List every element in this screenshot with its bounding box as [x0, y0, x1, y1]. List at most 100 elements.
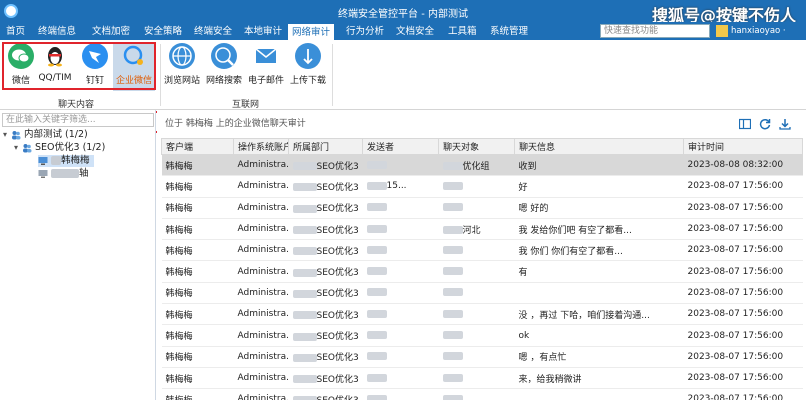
table-row[interactable]: 韩梅梅 Administra... SEO优化3 嗯 ，有点忙 2023-08-07 1… [161, 346, 803, 368]
cell-text: 收到 [518, 161, 537, 172]
redacted-blur [366, 224, 387, 233]
cell-text: Administra... [237, 245, 289, 256]
table-cell-target: 河北 [438, 218, 515, 241]
cell-text: 韩梅梅 [165, 353, 193, 364]
table-cell-target [438, 282, 515, 305]
table-cell-target [438, 197, 515, 219]
table-header-row: 客户端 操作系统账户 所属部门 发送者 聊天对象 聊天信息 审计时间 [161, 138, 803, 155]
tab-behavior-analysis[interactable]: 行为分析 [342, 24, 388, 40]
table-cell-dept: SEO优化3 [288, 260, 363, 283]
table-cell-dept: SEO优化3 [288, 303, 363, 326]
table-row[interactable]: 韩梅梅 Administra... SEO优化3 嗯 好的 2023-08-07 17:… [161, 197, 803, 219]
table-cell-os: Administra... [233, 282, 289, 305]
table-row[interactable]: 韩梅梅 Administra... SEO优化3 我 你们 你们有空了都看... 202… [161, 239, 803, 262]
table-cell-time: 2023-08-07 17:56:00 [683, 239, 803, 262]
table-cell-msg: 收到 [514, 154, 684, 177]
tree-root-label: 内部测试 (1/2) [24, 129, 88, 140]
table-cell-sender: 15... [362, 175, 439, 198]
column-header[interactable]: 聊天信息 [514, 138, 684, 155]
column-header[interactable]: 审计时间 [683, 138, 803, 155]
function-search-input[interactable]: 快速查找功能 [600, 24, 710, 38]
tree-root[interactable]: ▾ 内部测试 (1/2) [3, 129, 88, 141]
table-cell-client: 韩梅梅 [161, 303, 234, 326]
table-row[interactable]: 韩梅梅 Administra... SEO优化3 来，给我稍微讲 2023-08-07 … [161, 367, 803, 390]
table-cell-target [438, 303, 515, 326]
group-users-icon [12, 130, 21, 139]
refresh-icon[interactable] [759, 118, 771, 130]
browse-website-button[interactable]: 浏览网站 [162, 43, 202, 91]
tree-filter-input[interactable]: 在此输入关键字筛选... [2, 113, 154, 127]
cell-text: Administra... [237, 394, 289, 400]
table-cell-time: 2023-08-08 08:32:00 [683, 154, 803, 177]
tab-terminal-security[interactable]: 终端安全 [190, 24, 236, 40]
table-cell-sender [362, 367, 439, 390]
collapse-icon[interactable]: ▾ [14, 142, 22, 154]
table-row[interactable]: 韩梅梅 Administra... SEO优化3 ok 2023-08-07 17:56… [161, 324, 803, 347]
table-cell-client: 韩梅梅 [161, 175, 234, 198]
table-cell-time: 2023-08-07 17:56:00 [683, 282, 803, 305]
cell-text: 2023-08-07 17:56:00 [687, 287, 784, 298]
table-cell-client: 韩梅梅 [161, 324, 234, 347]
column-header[interactable]: 聊天对象 [438, 138, 515, 155]
tab-network-audit[interactable]: 网络审计 [288, 24, 335, 40]
redacted-blur [292, 375, 317, 384]
tab-local-audit[interactable]: 本地审计 [240, 24, 286, 40]
table-row[interactable]: 韩梅梅 Administra... SEO优化3 15... 好 2023-08-07 1… [161, 175, 803, 198]
cloud-transfer-icon [295, 43, 321, 69]
table-cell-dept: SEO优化3 [288, 239, 363, 262]
cell-text: 河北 [462, 225, 481, 236]
redacted-blur [292, 268, 317, 277]
tree-child2-label: 轴 [79, 168, 89, 179]
cell-text: 韩梅梅 [165, 246, 193, 257]
title-bar: 终端安全管控平台 - 内部测试 搜狐号@按键不伤人 [0, 0, 806, 25]
table-cell-dept: SEO优化3 [288, 282, 363, 305]
table-cell-client: 韩梅梅 [161, 388, 234, 400]
table-row[interactable]: 韩梅梅 Administra... SEO优化3 河北 我 发给你们吧 有空了都看...… [161, 218, 803, 241]
layout-icon[interactable] [738, 118, 752, 130]
table-cell-target [438, 260, 515, 283]
redacted-blur [292, 311, 317, 320]
table-cell-os: Administra... [233, 388, 289, 400]
tab-doc-security[interactable]: 文档安全 [392, 24, 438, 40]
table-row[interactable]: 韩梅梅 Administra... SEO优化3 2023-08-07 17:56:0… [161, 282, 803, 305]
cell-text: 韩梅梅 [165, 225, 193, 236]
table-cell-os: Administra... [233, 346, 289, 368]
redacted-blur [292, 332, 317, 341]
column-header[interactable]: 所属部门 [288, 138, 363, 155]
export-download-icon[interactable] [779, 118, 791, 130]
cell-text: Administra... [237, 287, 289, 298]
table-cell-sender [362, 388, 439, 400]
tree-child-selected[interactable]: 韩梅梅 [38, 155, 94, 167]
cell-text: 2023-08-08 08:32:00 [687, 160, 784, 171]
tree-group[interactable]: ▾ SEO优化3 (1/2) [14, 142, 105, 154]
upload-download-button[interactable]: 上传下载 [288, 43, 328, 91]
tree-child[interactable]: 轴 [38, 168, 89, 180]
table-row[interactable]: 韩梅梅 Administra... SEO优化3 优化组 收到 2023-08-08 08… [161, 154, 803, 177]
redacted-blur [442, 162, 463, 171]
redacted-blur [442, 352, 463, 361]
table-row[interactable]: 韩梅梅 Administra... SEO优化3 没 ，再过 下哈，咱们接着沟通...… [161, 303, 803, 326]
cell-text: SEO优化3 [316, 374, 359, 385]
cell-text: Administra... [237, 224, 289, 235]
table-row[interactable]: 韩梅梅 Administra... SEO优化3 2023-08-07 17:56:0… [161, 388, 803, 400]
column-header[interactable]: 操作系统账户 [233, 138, 289, 155]
cell-text: 韩梅梅 [165, 204, 193, 215]
web-search-button[interactable]: 网络搜索 [204, 43, 244, 91]
tab-toolbox[interactable]: 工具箱 [444, 24, 481, 40]
tab-terminal-info[interactable]: 终端信息 [34, 24, 80, 40]
email-button[interactable]: 电子邮件 [246, 43, 286, 91]
table-row[interactable]: 韩梅梅 Administra... SEO优化3 有 2023-08-07 17:56:… [161, 260, 803, 283]
table-cell-msg: 我 你们 你们有空了都看... [514, 239, 684, 262]
tab-security-policy[interactable]: 安全策略 [140, 24, 186, 40]
column-header[interactable]: 发送者 [362, 138, 439, 155]
table-cell-time: 2023-08-07 17:56:00 [683, 260, 803, 283]
tab-system-admin[interactable]: 系统管理 [486, 24, 532, 40]
tab-doc-encrypt[interactable]: 文档加密 [88, 24, 134, 40]
user-menu[interactable]: hanxiaoyao · [716, 24, 786, 38]
redacted-blur [366, 203, 387, 212]
tab-home[interactable]: 首页 [2, 24, 29, 40]
column-header[interactable]: 客户端 [161, 138, 234, 155]
collapse-icon[interactable]: ▾ [3, 129, 11, 141]
cell-text: 2023-08-07 17:56:00 [687, 309, 784, 320]
table-cell-os: Administra... [233, 303, 289, 326]
